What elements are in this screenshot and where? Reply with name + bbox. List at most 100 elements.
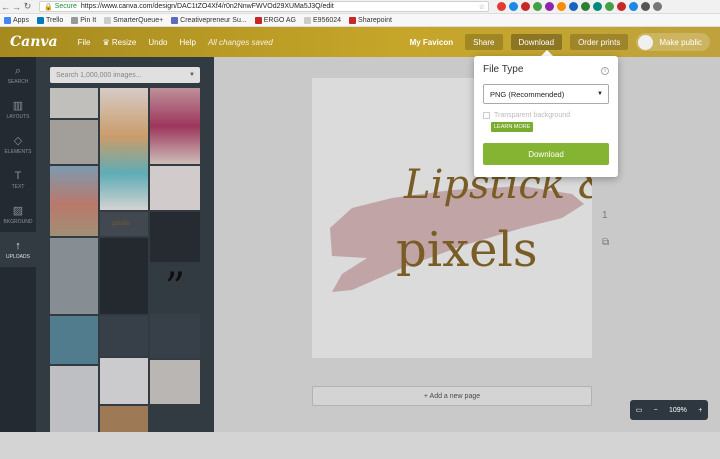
- reload-icon[interactable]: ↻: [22, 1, 33, 12]
- trello-icon: [36, 16, 44, 24]
- bookmarks-bar: Apps Trello Pin It SmarterQueue+ Creativ…: [0, 14, 720, 27]
- upload-thumbnail[interactable]: [150, 88, 200, 164]
- nav-elements[interactable]: ◇ ELEMENTS: [0, 127, 36, 162]
- search-icon: ⌕: [14, 64, 22, 77]
- transparent-checkbox[interactable]: [483, 112, 490, 119]
- toggle-knob: [638, 34, 654, 50]
- canva-logo[interactable]: Canva: [10, 34, 58, 50]
- extension-icon[interactable]: [557, 2, 566, 11]
- share-button[interactable]: Share: [465, 34, 503, 50]
- page-icon: [171, 16, 179, 24]
- crown-icon: ♛: [102, 37, 112, 47]
- download-button[interactable]: Download: [510, 34, 563, 50]
- design-title[interactable]: My Favicon: [410, 38, 454, 47]
- zoom-control: ▭ − 109% +: [630, 400, 708, 420]
- apps-icon: [4, 16, 11, 24]
- extension-icon[interactable]: [641, 2, 650, 11]
- bookmark-star-icon[interactable]: ☆: [479, 3, 485, 11]
- upload-thumbnail[interactable]: [50, 366, 98, 432]
- upload-thumbnail[interactable]: [100, 88, 148, 210]
- page-tools: 1 ⧉: [602, 210, 609, 248]
- bookmark-pinit[interactable]: Pin It: [71, 16, 96, 24]
- background-icon: ▨: [12, 204, 24, 217]
- add-page-button[interactable]: + Add a new page: [312, 386, 592, 406]
- upload-thumbnail[interactable]: [100, 406, 148, 432]
- evernote-icon[interactable]: [581, 2, 590, 11]
- forward-icon[interactable]: →: [11, 2, 22, 12]
- menu-icon[interactable]: [653, 2, 662, 11]
- extension-icon[interactable]: [509, 2, 518, 11]
- bookmark-smarterqueue[interactable]: SmarterQueue+: [104, 16, 163, 24]
- menu-resize[interactable]: ♛ Resize: [103, 38, 137, 47]
- upload-thumbnail[interactable]: [100, 358, 148, 404]
- bookmark-creativepreneur[interactable]: Creativepreneur Su...: [171, 16, 247, 24]
- make-public-toggle[interactable]: Make public: [636, 33, 710, 51]
- file-type-title: File Type: [483, 64, 524, 75]
- extension-icon[interactable]: [545, 2, 554, 11]
- secure-label: Secure: [54, 3, 77, 10]
- extension-icon[interactable]: [617, 2, 626, 11]
- info-icon[interactable]: i: [601, 67, 609, 75]
- zoom-in-icon[interactable]: +: [698, 407, 702, 414]
- extension-icons: [497, 2, 662, 11]
- left-nav: ⌕ SEARCH ▥ LAYOUTS ◇ ELEMENTS T TEXT ▨ BKGROU…: [0, 57, 36, 432]
- lock-icon: 🔒: [44, 3, 53, 11]
- extension-icon[interactable]: [629, 2, 638, 11]
- upload-thumbnail[interactable]: [100, 316, 148, 356]
- extension-icon[interactable]: [533, 2, 542, 11]
- url-text: https://www.canva.com/design/DAC1tZO4Xf4…: [80, 3, 334, 10]
- extension-icon[interactable]: [593, 2, 602, 11]
- upload-thumbnail[interactable]: [50, 238, 98, 314]
- zoom-level[interactable]: 109%: [669, 407, 687, 414]
- bookmark-apps[interactable]: Apps: [4, 16, 29, 24]
- menu-file[interactable]: File: [78, 38, 91, 47]
- back-icon[interactable]: ←: [0, 2, 11, 12]
- learn-more-badge[interactable]: LEARN MORE: [491, 122, 534, 132]
- menu-help[interactable]: Help: [179, 38, 195, 47]
- layouts-icon: ▥: [12, 99, 24, 112]
- nav-text[interactable]: T TEXT: [0, 162, 36, 197]
- image-search-input[interactable]: Search 1,000,000 images... ▼: [50, 67, 200, 83]
- ergo-icon: [254, 16, 262, 24]
- bookmark-ergo[interactable]: ERGO AG: [254, 16, 296, 24]
- upload-thumbnail[interactable]: [150, 314, 200, 358]
- present-icon[interactable]: ▭: [636, 406, 643, 414]
- address-bar[interactable]: 🔒 Secure https://www.canva.com/design/DA…: [39, 1, 489, 12]
- nav-search[interactable]: ⌕ SEARCH: [0, 57, 36, 92]
- upload-thumbnail[interactable]: [150, 166, 200, 210]
- page-icon: [104, 16, 112, 24]
- upload-thumbnail[interactable]: [100, 238, 148, 314]
- upload-thumbnail[interactable]: [150, 360, 200, 404]
- upload-thumbnail[interactable]: [50, 316, 98, 364]
- quote-marks-thumbnail[interactable]: ”: [150, 264, 200, 312]
- upload-thumbnail[interactable]: [50, 166, 98, 236]
- upload-thumbnail[interactable]: pixels: [100, 212, 148, 236]
- elements-icon: ◇: [13, 134, 23, 147]
- order-prints-button[interactable]: Order prints: [570, 34, 629, 50]
- download-popup: File Type i PNG (Recommended) ▼ Transpar…: [474, 56, 618, 177]
- nav-uploads[interactable]: ↑ UPLOADS: [0, 232, 36, 267]
- bookmark-e956024[interactable]: E956024: [304, 16, 341, 24]
- transparent-background-option[interactable]: Transparent background: [483, 112, 609, 119]
- extension-icon[interactable]: [569, 2, 578, 11]
- copy-page-icon[interactable]: ⧉: [602, 237, 609, 248]
- upload-thumbnail[interactable]: [150, 212, 200, 262]
- upload-thumbnail[interactable]: [50, 120, 98, 164]
- menu-undo[interactable]: Undo: [148, 38, 167, 47]
- nav-layouts[interactable]: ▥ LAYOUTS: [0, 92, 36, 127]
- zoom-out-icon[interactable]: −: [654, 407, 658, 414]
- file-type-select[interactable]: PNG (Recommended) ▼: [483, 84, 609, 104]
- extension-icon[interactable]: [605, 2, 614, 11]
- pinterest-icon[interactable]: [521, 2, 530, 11]
- download-confirm-button[interactable]: Download: [483, 143, 609, 165]
- bookmark-trello[interactable]: Trello: [36, 16, 63, 24]
- chevron-down-icon[interactable]: ▼: [189, 72, 195, 78]
- browser-toolbar: ← → ↻ 🔒 Secure https://www.canva.com/des…: [0, 0, 720, 14]
- serif-heading[interactable]: pixels: [396, 222, 538, 278]
- bookmark-sharepoint[interactable]: Sharepoint: [349, 16, 392, 24]
- extension-icon[interactable]: [497, 2, 506, 11]
- ergo-icon: [349, 16, 357, 24]
- upload-icon: ↑: [15, 239, 21, 252]
- nav-background[interactable]: ▨ BKGROUND: [0, 197, 36, 232]
- upload-thumbnail[interactable]: [50, 88, 98, 118]
